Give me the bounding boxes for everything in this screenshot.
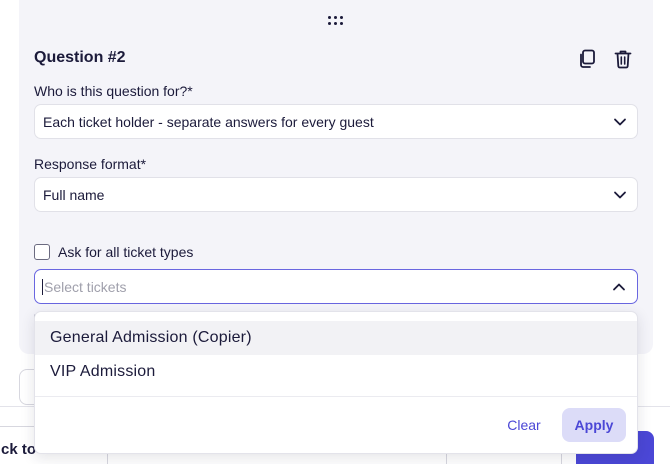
copy-icon: [580, 49, 595, 68]
ticket-option-vip-admission[interactable]: VIP Admission: [35, 355, 637, 389]
ticket-option-general-admission[interactable]: General Admission (Copier): [35, 321, 637, 355]
select-tickets-input[interactable]: Select tickets: [34, 269, 638, 304]
chevron-down-icon: [614, 118, 626, 126]
text-caret: [42, 278, 43, 295]
response-format-select[interactable]: Full name: [34, 177, 638, 212]
drag-handle-icon[interactable]: [328, 16, 344, 26]
delete-question-button[interactable]: [612, 48, 634, 70]
page: ck to d Question #2 Who is this question…: [0, 0, 670, 464]
chevron-down-icon: [614, 191, 626, 199]
dropdown-divider: [35, 396, 637, 397]
ticket-option-label: General Admission (Copier): [50, 329, 252, 346]
audience-select-value: Each ticket holder - separate answers fo…: [43, 113, 374, 130]
chevron-up-icon: [613, 283, 625, 291]
all-ticket-types-row[interactable]: Ask for all ticket types: [34, 244, 193, 260]
ticket-dropdown-menu: General Admission (Copier) VIP Admission…: [34, 311, 638, 454]
audience-label: Who is this question for?*: [34, 83, 193, 99]
response-format-label: Response format*: [34, 156, 147, 172]
all-ticket-types-label: Ask for all ticket types: [58, 244, 194, 260]
copy-question-button[interactable]: [576, 48, 598, 70]
select-tickets-placeholder: Select tickets: [44, 278, 127, 295]
question-title: Question #2: [34, 49, 126, 66]
audience-select[interactable]: Each ticket holder - separate answers fo…: [34, 104, 638, 139]
trash-icon: [614, 50, 632, 69]
ticket-option-label: VIP Admission: [50, 363, 156, 380]
response-format-value: Full name: [43, 186, 105, 203]
all-ticket-types-checkbox[interactable]: [34, 244, 50, 260]
clear-button[interactable]: Clear: [497, 408, 551, 442]
apply-button[interactable]: Apply: [562, 408, 626, 442]
